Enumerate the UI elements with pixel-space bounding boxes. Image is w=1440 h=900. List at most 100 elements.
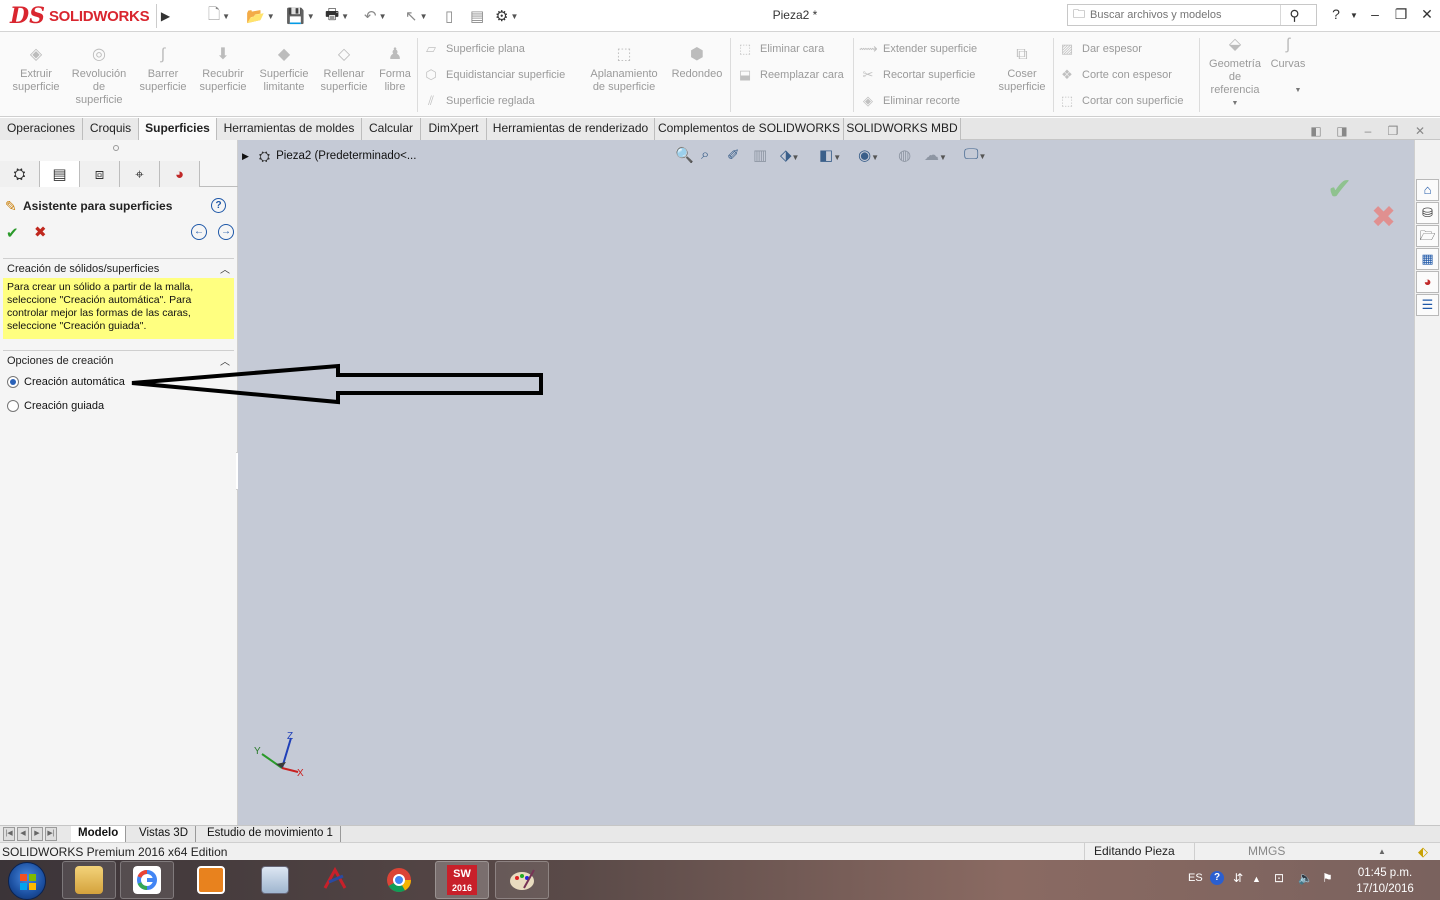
chrome-taskbar[interactable] <box>372 861 426 899</box>
revolve-surface-button[interactable]: ◎ Revolución de superficie <box>68 46 130 107</box>
minimize-icon[interactable]: – <box>1364 6 1386 22</box>
tab-herramientas-renderizado[interactable]: Herramientas de renderizado <box>487 118 655 140</box>
menu-expand-arrow-icon[interactable]: ▶ <box>156 4 174 28</box>
app-taskbar[interactable] <box>308 861 362 899</box>
panel-splitter-handle[interactable] <box>113 145 119 151</box>
rebuild-icon[interactable]: ▯ <box>445 6 453 26</box>
tab-estudio-movimiento[interactable]: Estudio de movimiento 1 <box>200 826 341 842</box>
next-arrow-icon[interactable]: → <box>218 224 234 240</box>
first-tab-icon[interactable]: |◀ <box>3 827 15 841</box>
undo-icon[interactable]: ↶ ▼ <box>364 6 387 26</box>
open-icon[interactable]: 📂 ▼ <box>246 6 275 26</box>
radio-guided-creation[interactable]: Creación guiada <box>7 398 104 414</box>
options-gear-icon[interactable]: ⚙ ▼ <box>495 6 518 26</box>
document-restore-icon[interactable]: ❐ <box>1385 124 1401 138</box>
apply-scene-icon[interactable]: ☁▼ <box>924 146 947 164</box>
solidworks-logo[interactable]: DS SOLIDWORKS <box>10 0 155 32</box>
network-icon[interactable]: ⊡ <box>1274 871 1284 885</box>
paint-taskbar[interactable] <box>495 861 549 899</box>
radio-automatic-creation[interactable]: Creación automática <box>7 374 125 390</box>
file-properties-icon[interactable]: ▤ <box>470 6 484 26</box>
tab-vistas-3d[interactable]: Vistas 3D <box>132 826 197 842</box>
tab-croquis[interactable]: Croquis <box>83 118 139 140</box>
document-prev-icon[interactable]: ◧ <box>1308 124 1324 138</box>
help-dropdown-icon[interactable]: ▼ <box>1343 11 1365 20</box>
thicken-button[interactable]: ▨ Dar espesor <box>1058 39 1142 59</box>
featuremanager-tab-icon[interactable]: ⛭ <box>0 161 40 187</box>
appearances-icon[interactable]: ◕ <box>1416 271 1439 293</box>
thickened-cut-button[interactable]: ❖ Corte con espesor <box>1058 65 1172 85</box>
units-selector[interactable]: MMGS ▲ <box>1194 843 1386 860</box>
tray-chevron-icon[interactable]: ⇵ <box>1233 871 1243 885</box>
tab-herramientas-moldes[interactable]: Herramientas de moldes <box>217 118 362 140</box>
start-button[interactable] <box>8 862 46 900</box>
view-palette-icon[interactable]: ▦ <box>1416 248 1439 270</box>
last-tab-icon[interactable]: ▶| <box>45 827 57 841</box>
restore-icon[interactable]: ❐ <box>1390 6 1412 23</box>
file-explorer-taskbar[interactable] <box>62 861 116 899</box>
tab-superficies[interactable]: Superficies <box>139 118 217 140</box>
language-indicator[interactable]: ES <box>1188 872 1203 884</box>
radio-button[interactable] <box>7 400 19 412</box>
design-library-icon[interactable]: ⛁ <box>1416 202 1439 224</box>
select-icon[interactable]: ↖ ▼ <box>405 6 428 26</box>
search-box[interactable]: 🗀 ⚲ <box>1067 4 1317 26</box>
fillet-button[interactable]: ⬢ Redondeo <box>667 46 727 81</box>
delete-face-button[interactable]: ⬚ Eliminar cara <box>736 39 824 59</box>
close-icon[interactable]: ✕ <box>1416 6 1438 23</box>
replace-face-button[interactable]: ⬓ Reemplazar cara <box>736 65 844 85</box>
back-arrow-icon[interactable]: ← <box>191 224 207 240</box>
curves-button[interactable]: ʃ Curvas ▼ <box>1268 36 1308 97</box>
surface-flatten-button[interactable]: ⬚ Aplanamiento de superficie <box>584 46 664 94</box>
chevron-up-icon[interactable]: ︿ <box>220 353 230 368</box>
untrim-surface-button[interactable]: ◈ Eliminar recorte <box>859 91 960 111</box>
extrude-surface-button[interactable]: ◈ Extruir superficie <box>8 46 64 94</box>
radio-button[interactable] <box>7 376 19 388</box>
view-settings-icon[interactable]: 🖵▼ <box>964 146 986 163</box>
google-taskbar[interactable] <box>120 861 174 899</box>
custom-properties-icon[interactable]: ☰ <box>1416 294 1439 316</box>
print-icon[interactable]: 🖶 ▼ <box>325 6 349 26</box>
section-view-icon[interactable]: ▥ <box>753 146 767 164</box>
tag-icon[interactable]: ⬖ <box>1418 844 1428 860</box>
graphics-area[interactable] <box>238 140 1414 825</box>
tab-complementos[interactable]: Complementos de SOLIDWORKS <box>655 118 844 140</box>
freeform-button[interactable]: ♟ Forma libre <box>375 46 415 94</box>
tab-solidworks-mbd[interactable]: SOLIDWORKS MBD <box>844 118 961 140</box>
document-close-icon[interactable]: ✕ <box>1412 124 1428 138</box>
ruled-surface-button[interactable]: ⫽ Superficie reglada <box>422 91 535 111</box>
planar-surface-button[interactable]: ▱ Superficie plana <box>422 39 525 59</box>
action-center-flag-icon[interactable]: ⚑ <box>1322 871 1333 885</box>
group-header[interactable]: Creación de sólidos/superficies ︿ <box>3 258 234 278</box>
document-minimize-icon[interactable]: – <box>1360 124 1376 138</box>
help-icon[interactable]: ? <box>211 198 226 213</box>
search-input[interactable] <box>1090 9 1280 21</box>
loft-surface-button[interactable]: ⬇ Recubrir superficie <box>195 46 251 94</box>
boundary-surface-button[interactable]: ◆ Superficie limitante <box>255 46 313 94</box>
offset-surface-button[interactable]: ⬡ Equidistanciar superficie <box>422 65 565 85</box>
help-tray-icon[interactable]: ? <box>1210 871 1224 885</box>
tab-dimxpert[interactable]: DimXpert <box>421 118 487 140</box>
confirmation-cancel-icon[interactable]: ✖ <box>1371 200 1396 235</box>
trim-surface-button[interactable]: ✂ Recortar superficie <box>859 65 976 85</box>
zoom-to-area-icon[interactable]: ⌕ <box>701 146 709 163</box>
filled-surface-button[interactable]: ◇ Rellenar superficie <box>316 46 372 94</box>
expand-arrow-icon[interactable]: ▶ <box>242 151 249 162</box>
home-icon[interactable]: ⌂ <box>1416 179 1439 201</box>
tab-calcular[interactable]: Calcular <box>362 118 421 140</box>
volume-icon[interactable]: 🔈 <box>1298 871 1313 885</box>
previous-view-icon[interactable]: ✐ <box>727 146 740 164</box>
confirmation-ok-icon[interactable]: ✔ <box>1327 172 1352 207</box>
knit-surface-button[interactable]: ⧉ Coser superficie <box>993 46 1051 94</box>
next-tab-icon[interactable]: ▶ <box>31 827 43 841</box>
new-document-icon[interactable]: 🗋 ▼ <box>208 6 230 26</box>
view-orientation-icon[interactable]: ⬗▼ <box>780 146 799 164</box>
dimxpertmanager-tab-icon[interactable]: ⌖ <box>120 161 160 187</box>
sweep-surface-button[interactable]: ∫ Barrer superficie <box>135 46 191 94</box>
surface-cut-button[interactable]: ⬚ Cortar con superficie <box>1058 91 1184 111</box>
cancel-x-icon[interactable]: ✖ <box>34 223 47 241</box>
system-clock[interactable]: 01:45 p.m. 17/10/2016 <box>1350 865 1420 897</box>
display-style-icon[interactable]: ◧▼ <box>819 146 841 164</box>
save-icon[interactable]: 💾 ▼ <box>286 6 315 26</box>
group-header[interactable]: Opciones de creación ︿ <box>3 350 234 370</box>
